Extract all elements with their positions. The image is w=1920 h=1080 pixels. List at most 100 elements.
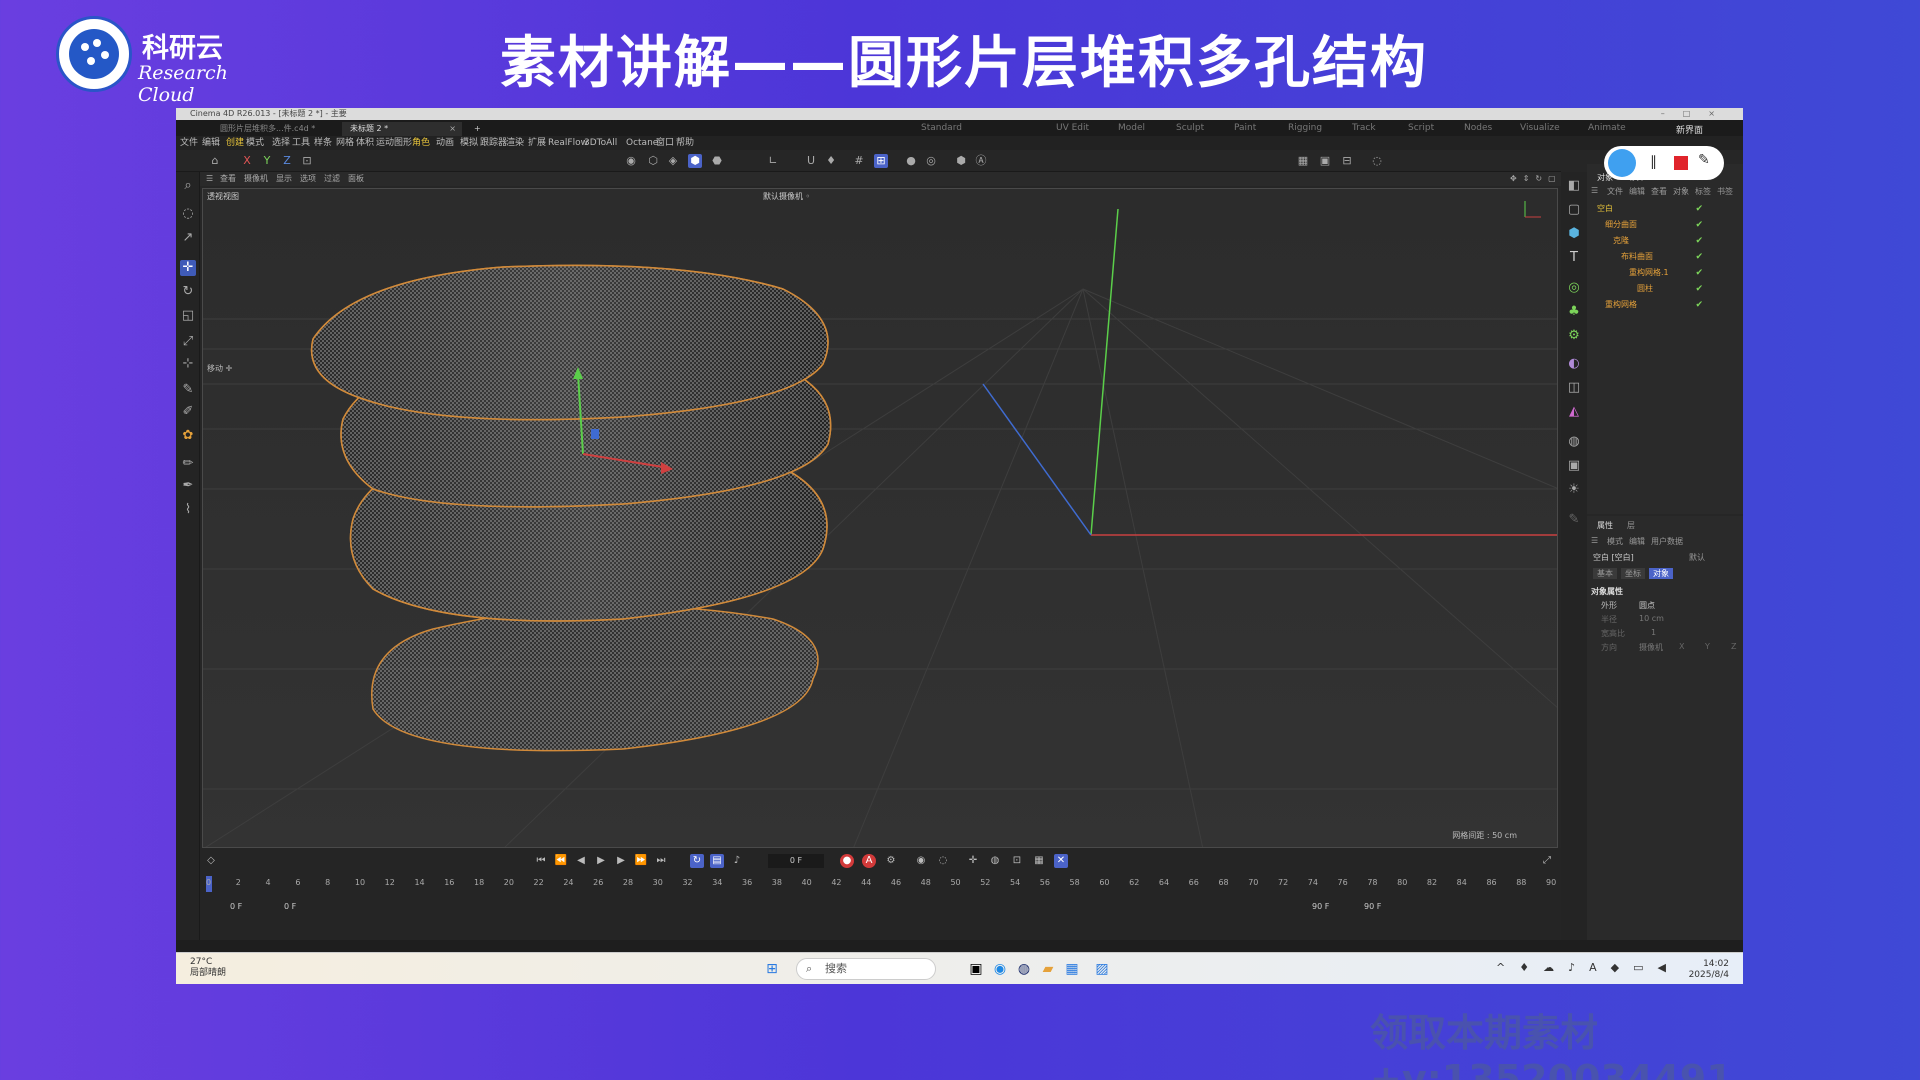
sculpt-icon[interactable]: ✒ — [180, 478, 196, 494]
pen-icon[interactable]: ✎ — [1566, 512, 1582, 528]
cube-icon[interactable]: ⬢ — [1566, 226, 1582, 242]
goto-start-icon[interactable]: ⏮ — [534, 854, 548, 868]
polygons-mode-icon[interactable]: ◈ — [666, 154, 680, 168]
window-controls[interactable]: –□× — [1661, 108, 1733, 120]
tab-document-2[interactable]: 未标题 2 * × — [342, 122, 462, 136]
current-frame-field[interactable]: 0 F — [768, 854, 824, 868]
render-region-icon[interactable]: ⬢ — [954, 154, 968, 168]
next-key-icon[interactable]: ⏩ — [634, 854, 648, 868]
menu-17[interactable]: 3DToAll — [584, 136, 617, 150]
frame-range-bar[interactable]: 0 F 0 F 90 F 90 F — [200, 902, 1561, 916]
pencil-icon[interactable]: ✎ — [1698, 152, 1710, 168]
viewport-menu-view[interactable]: 查看 — [220, 172, 236, 186]
environment-icon[interactable]: ◍ — [1566, 434, 1582, 450]
spline-pen-icon[interactable]: ✎ — [180, 382, 196, 398]
taskbar-clock[interactable]: 14:02 2025/8/4 — [1689, 959, 1729, 981]
viewport-menu-panel[interactable]: 面板 — [348, 172, 364, 186]
motion-system-icon[interactable]: ▦ — [1032, 854, 1046, 868]
scene-icon[interactable]: ◫ — [1566, 380, 1582, 396]
object-row[interactable]: 重构网格.1 ✔ — [1587, 266, 1743, 280]
obj-menu-bookmarks[interactable]: 书签 — [1717, 186, 1733, 197]
play-icon[interactable]: ▶ — [594, 854, 608, 868]
timeline-mode-icon[interactable]: ✕ — [1054, 854, 1068, 868]
tab-document-1[interactable]: 圆形片层堆积多...件.c4d * — [212, 122, 323, 136]
axis-x-button[interactable]: X — [240, 154, 254, 168]
frame-ruler[interactable]: 0 2 4 6 8 10 12 14 16 18 20 22 24 26 28 30 32 34 36 38 40 42 4… — [200, 876, 1561, 900]
menu-14[interactable]: 渲染 — [506, 136, 524, 150]
model-mode-icon[interactable]: ⬢ — [688, 154, 702, 168]
viewport-nav-icons[interactable]: ✥⇕↻▢ — [1510, 172, 1562, 186]
undo-icon[interactable]: ⌂ — [208, 154, 222, 168]
axis-y-button[interactable]: Y — [260, 154, 274, 168]
layout-icon[interactable]: ◧ — [1566, 178, 1582, 194]
scale-tool-icon[interactable]: ◱ — [180, 308, 196, 324]
brush-icon[interactable]: ✏ — [180, 456, 196, 472]
effector-icon[interactable]: ◭ — [1566, 404, 1582, 420]
obj-menu-object[interactable]: 对象 — [1673, 186, 1689, 197]
key-pla-icon[interactable]: ⊡ — [1010, 854, 1024, 868]
workspace-track[interactable]: Track — [1352, 123, 1376, 133]
auto-icon[interactable]: Ⓐ — [974, 154, 988, 168]
attr-tab-coord[interactable]: 坐标 — [1621, 568, 1645, 579]
prev-key-icon[interactable]: ⏪ — [554, 854, 568, 868]
attr-orientation-select[interactable]: 摄像机 — [1639, 642, 1663, 653]
perspective-viewport[interactable]: 透视视图 默认摄像机 ◦ 移动 ✛ 网格间距 : 50 cm — [202, 188, 1558, 848]
snap-enable-icon[interactable]: ⊞ — [874, 154, 888, 168]
workspace-paint[interactable]: Paint — [1234, 123, 1256, 133]
object-row[interactable]: 空白 ✔ — [1587, 202, 1743, 216]
uv-mode-icon[interactable]: ⬣ — [710, 154, 724, 168]
obj-menu-edit[interactable]: 编辑 — [1629, 186, 1645, 197]
viewport-menu-cameras[interactable]: 摄像机 — [244, 172, 268, 186]
viewport-menu-icon[interactable]: ☰ — [206, 172, 213, 186]
menu-1[interactable]: 编辑 — [202, 136, 220, 150]
photos-icon[interactable]: ▨ — [1092, 959, 1112, 979]
viewport-camera-label[interactable]: 默认摄像机 ◦ — [763, 191, 810, 202]
attr-preset-select[interactable]: 默认 — [1689, 552, 1705, 563]
viewport-menu-display[interactable]: 显示 — [276, 172, 292, 186]
knife-icon[interactable]: ✐ — [180, 404, 196, 420]
fps-icon[interactable]: ▤ — [710, 854, 724, 868]
object-row[interactable]: 布料曲面 ✔ — [1587, 250, 1743, 264]
coordinate-system-icon[interactable]: ⊡ — [300, 154, 314, 168]
workspace-uv-edit[interactable]: UV Edit — [1056, 123, 1089, 133]
key-position-icon[interactable]: ◉ — [914, 854, 928, 868]
octane-icon[interactable]: ◌ — [1370, 154, 1384, 168]
axis-mode-icon[interactable]: ∟ — [766, 154, 780, 168]
keyframe-selection-icon[interactable]: ⚙ — [884, 854, 898, 868]
range-start-preview[interactable]: 0 F — [284, 902, 296, 911]
check-icon[interactable]: ✔ — [1695, 298, 1703, 312]
menu-icon[interactable]: ☰ — [1591, 186, 1598, 195]
menu-4[interactable]: 选择 — [272, 136, 290, 150]
recorder-timer-icon[interactable] — [1608, 149, 1636, 177]
menu-0[interactable]: 文件 — [180, 136, 198, 150]
attr-menu-edit[interactable]: 编辑 — [1629, 536, 1645, 547]
search-icon[interactable]: ⌕ — [180, 178, 196, 194]
autokey-icon[interactable]: A — [862, 854, 876, 868]
object-row[interactable]: 细分曲面 ✔ — [1587, 218, 1743, 232]
move-tool-icon[interactable]: ✛ — [180, 260, 196, 276]
record-icon[interactable]: ● — [840, 854, 854, 868]
workspace-script[interactable]: Script — [1408, 123, 1434, 133]
tab-layers[interactable]: 层 — [1627, 520, 1635, 531]
range-start[interactable]: 0 F — [230, 902, 242, 911]
workspace-animate[interactable]: Animate — [1588, 123, 1626, 133]
select-icon[interactable]: ◌ — [180, 206, 196, 222]
stop-icon[interactable] — [1674, 156, 1688, 170]
attr-tab-basic[interactable]: 基本 — [1593, 568, 1617, 579]
magnet-icon[interactable]: U — [804, 154, 818, 168]
tab-attributes[interactable]: 属性 — [1597, 520, 1613, 531]
menu-icon[interactable]: ☰ — [1591, 536, 1598, 545]
graph-icon[interactable]: ⤢ — [1540, 854, 1554, 868]
new-tab-button[interactable]: + — [466, 122, 489, 136]
menu-19[interactable]: 窗口 — [656, 136, 674, 150]
menu-8[interactable]: 体积 — [356, 136, 374, 150]
range-end-preview[interactable]: 90 F — [1312, 902, 1329, 911]
obj-menu-file[interactable]: 文件 — [1607, 186, 1623, 197]
check-icon[interactable]: ✔ — [1695, 282, 1703, 296]
workspace-sculpt[interactable]: Sculpt — [1176, 123, 1204, 133]
viewport-menu-filter[interactable]: 过滤 — [324, 172, 340, 186]
menu-3[interactable]: 模式 — [246, 136, 264, 150]
edges-mode-icon[interactable]: ⬡ — [646, 154, 660, 168]
snap-grid-icon[interactable]: # — [852, 154, 866, 168]
workspace-nodes[interactable]: Nodes — [1464, 123, 1492, 133]
